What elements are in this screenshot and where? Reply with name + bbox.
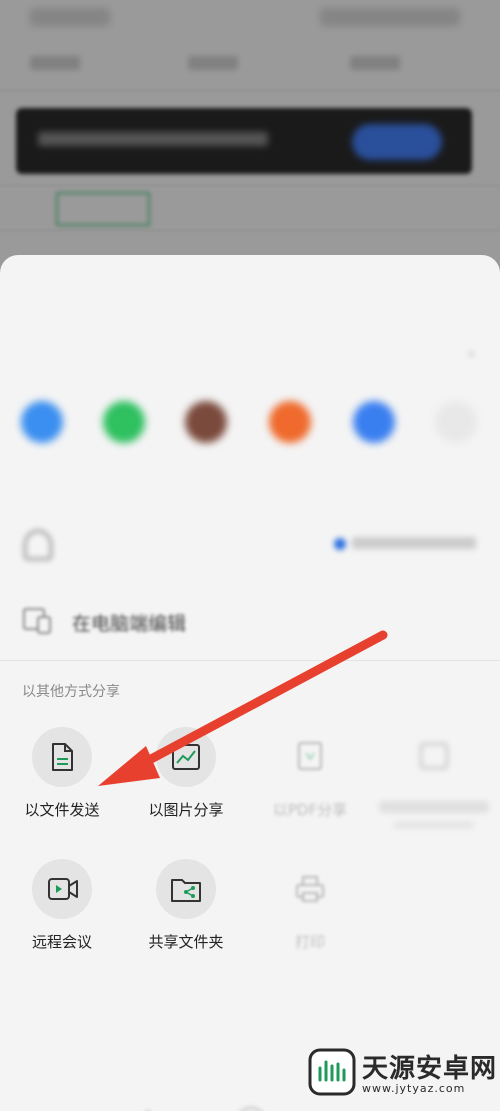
option-label-blurred <box>379 801 489 813</box>
pdf-icon <box>298 742 322 770</box>
contact-item[interactable] <box>94 401 154 470</box>
bg-column-header <box>30 56 80 70</box>
bg-grid-line <box>0 90 500 91</box>
contact-item[interactable] <box>344 401 404 470</box>
printer-icon <box>296 876 324 902</box>
watermark: 天源安卓网 www.jytyaz.com <box>300 1040 500 1111</box>
watermark-url: www.jytyaz.com <box>362 1082 466 1095</box>
recent-contacts-more[interactable]: › <box>391 347 474 362</box>
status-bar-left <box>30 8 110 26</box>
shared-folder-button[interactable]: 共享文件夹 <box>126 859 246 952</box>
contact-avatar <box>185 401 227 443</box>
option-icon-circle <box>32 859 92 919</box>
option-icon-circle <box>404 727 464 787</box>
contact-avatar <box>21 401 63 443</box>
contact-label <box>94 457 154 470</box>
option-sublabel-blurred <box>394 821 474 829</box>
video-icon <box>48 878 78 900</box>
home-nav-icon[interactable] <box>236 1107 266 1111</box>
status-bar-right <box>320 8 460 26</box>
share-more-button[interactable] <box>374 727 494 829</box>
remote-meeting-button[interactable]: 远程会议 <box>2 859 122 952</box>
option-label: 以图片分享 <box>148 801 224 819</box>
computer-icon <box>23 608 51 634</box>
share-as-image-button[interactable]: 以图片分享 <box>126 727 246 820</box>
bg-column-header <box>350 56 400 70</box>
more-icon <box>435 401 477 443</box>
divider <box>0 660 500 661</box>
shared-folder-icon <box>171 879 201 902</box>
background-app <box>0 0 500 270</box>
option-label: 以文件发送 <box>24 801 100 819</box>
contact-item[interactable] <box>176 401 236 470</box>
contact-item-more[interactable] <box>426 401 486 470</box>
person-icon <box>24 530 52 560</box>
share-sheet: › 在电脑端编辑 以其他方式分享 以文件发送 以图片分享 以PDF分享 远程会议… <box>0 255 500 1111</box>
multi-edit-hint <box>352 537 476 549</box>
multi-edit-label <box>70 532 146 554</box>
back-nav-icon[interactable] <box>130 1107 158 1111</box>
contact-label <box>426 457 486 470</box>
toast-action-button[interactable] <box>352 124 442 160</box>
option-label: 远程会议 <box>31 933 92 951</box>
contact-label <box>344 457 404 470</box>
bg-grid-line <box>0 230 500 231</box>
print-button[interactable]: 打印 <box>250 859 370 952</box>
document-icon <box>52 743 73 771</box>
recent-contacts-label <box>22 349 74 364</box>
option-icon-circle <box>156 859 216 919</box>
wechat-icon <box>103 401 145 443</box>
toast-banner <box>16 108 472 174</box>
contact-item[interactable] <box>260 401 320 470</box>
option-label: 打印 <box>294 933 325 951</box>
bg-grid-line <box>0 185 500 186</box>
option-label: 共享文件夹 <box>148 933 224 951</box>
selected-cell <box>56 192 150 226</box>
option-icon-circle <box>280 859 340 919</box>
contact-label <box>12 457 72 470</box>
contact-item[interactable] <box>12 401 72 470</box>
share-as-pdf-button[interactable]: 以PDF分享 <box>250 727 370 820</box>
more-icon <box>420 743 448 769</box>
option-icon-circle <box>280 727 340 787</box>
contact-avatar <box>353 401 395 443</box>
option-label: 以PDF分享 <box>272 801 348 819</box>
watermark-logo-icon <box>308 1048 356 1096</box>
option-icon-circle <box>32 727 92 787</box>
bg-column-header <box>188 56 238 70</box>
info-dot-icon <box>334 538 346 550</box>
sheet-title <box>0 275 500 299</box>
contact-label <box>260 457 320 470</box>
option-icon-circle <box>156 727 216 787</box>
watermark-text: 天源安卓网 <box>362 1054 498 1084</box>
toast-text <box>38 132 268 146</box>
contact-label <box>176 457 236 470</box>
pc-edit-label: 在电脑端编辑 <box>72 613 187 635</box>
send-as-file-button[interactable]: 以文件发送 <box>2 727 122 820</box>
other-share-label: 以其他方式分享 <box>22 684 120 700</box>
contact-avatar <box>269 401 311 443</box>
image-chart-icon <box>172 744 200 770</box>
